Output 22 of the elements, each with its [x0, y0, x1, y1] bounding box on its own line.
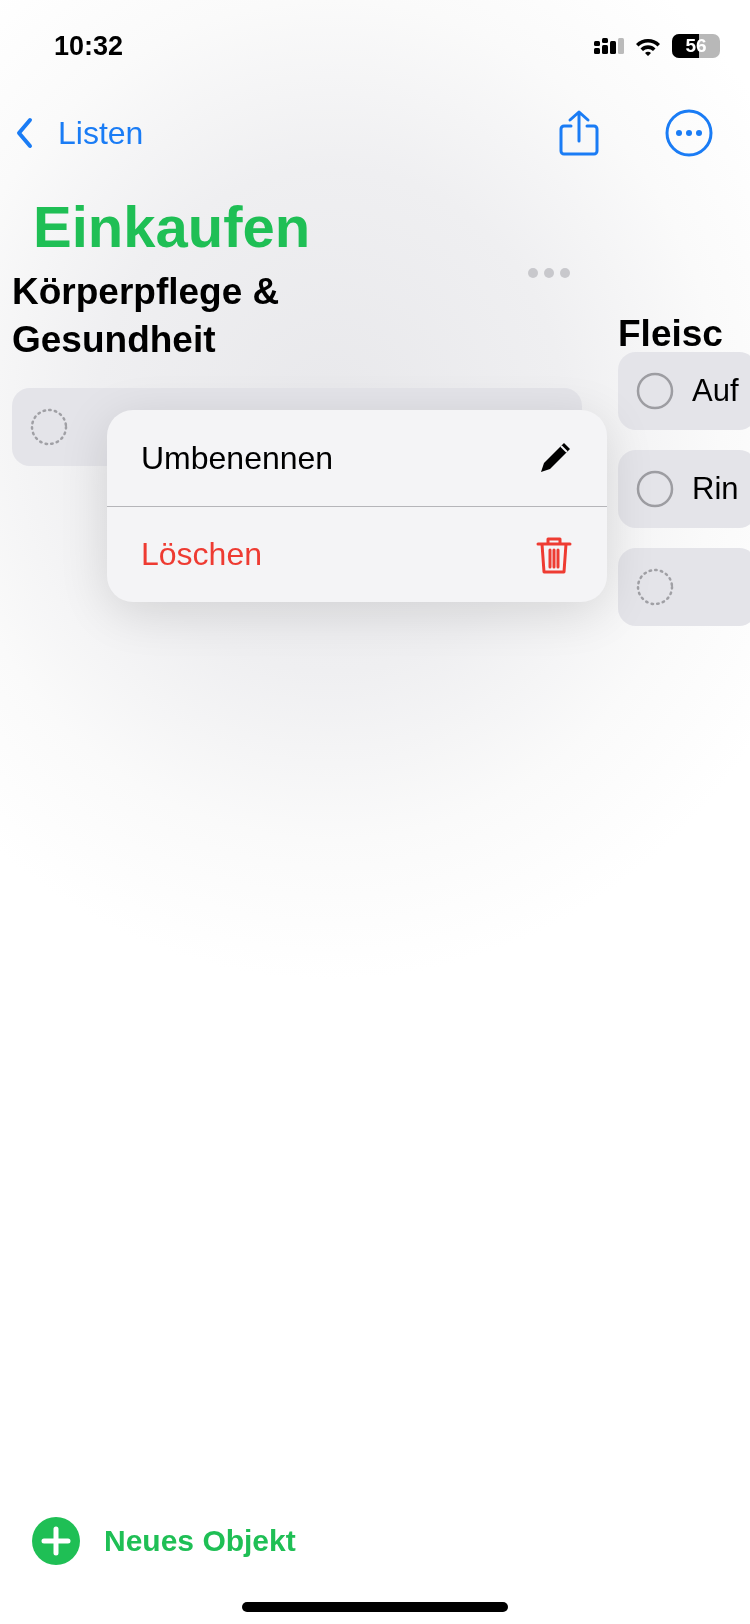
dotted-circle-icon — [636, 568, 674, 606]
checkbox-circle-icon[interactable] — [636, 470, 674, 508]
back-button[interactable]: Listen — [16, 114, 144, 152]
signal-icon — [594, 38, 624, 54]
status-time: 10:32 — [54, 30, 124, 62]
task-card[interactable] — [618, 548, 750, 626]
menu-item-label: Löschen — [141, 536, 262, 573]
task-card[interactable]: Auf — [618, 352, 750, 430]
list-title: Einkaufen — [33, 193, 312, 261]
menu-item[interactable]: Umbenennen — [107, 410, 607, 506]
column-heading: Körperpflege & Gesundheit — [12, 270, 281, 362]
task-text: Auf — [692, 373, 739, 409]
plus-icon — [32, 1517, 80, 1565]
dotted-circle-icon — [30, 408, 68, 446]
menu-item-label: Umbenennen — [141, 439, 334, 477]
ellipsis-icon[interactable] — [528, 268, 570, 278]
checkbox-circle-icon[interactable] — [636, 372, 674, 410]
more-icon[interactable] — [664, 108, 714, 158]
task-card[interactable]: Rin — [618, 450, 750, 528]
chevron-left-icon — [16, 117, 34, 149]
task-text: Rin — [692, 471, 739, 507]
menu-item[interactable]: Löschen — [107, 506, 607, 602]
